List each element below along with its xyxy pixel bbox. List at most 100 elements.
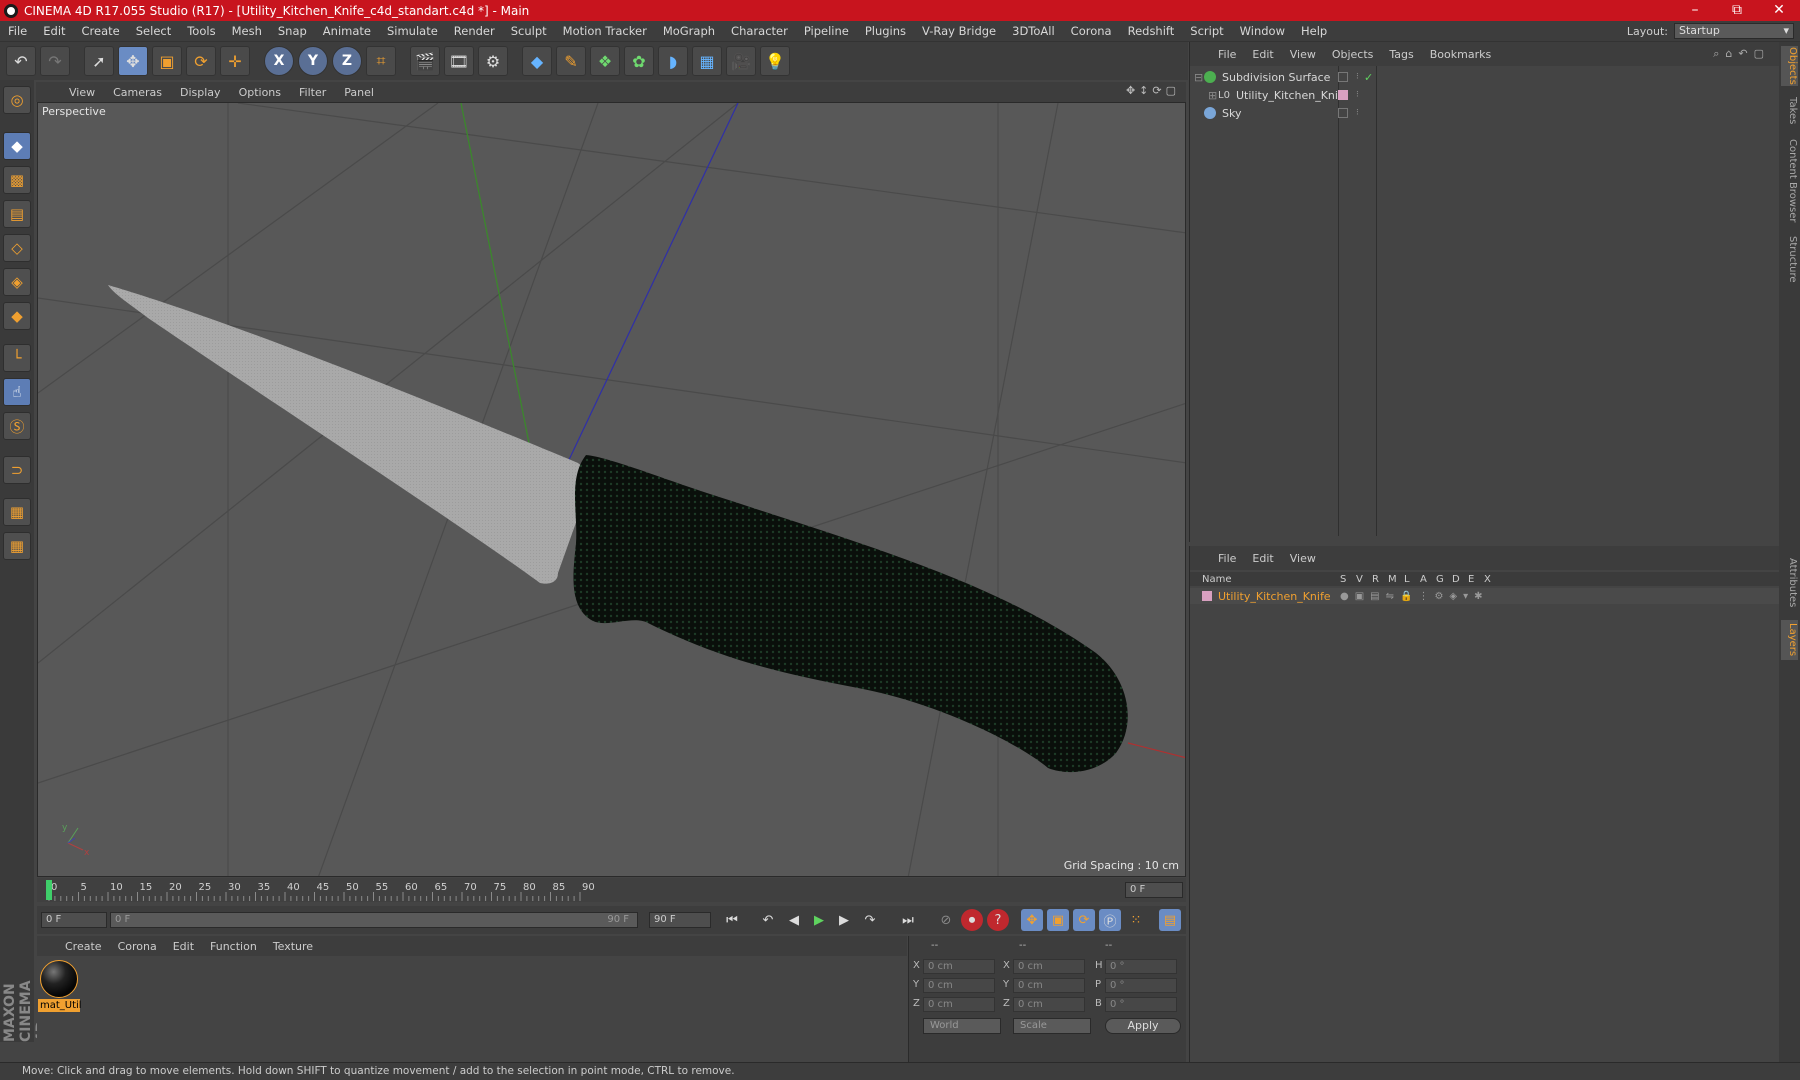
- rotation-b-field[interactable]: 0 °: [1105, 997, 1177, 1012]
- object-menu-bookmarks[interactable]: Bookmarks: [1422, 48, 1499, 61]
- record-keys-disabled-icon[interactable]: ⊘: [935, 909, 957, 931]
- undo-icon[interactable]: ↶: [6, 46, 36, 76]
- render-view-icon[interactable]: 🎬: [410, 46, 440, 76]
- go-to-start-icon[interactable]: ⏮: [721, 909, 743, 931]
- viewport-menu-display[interactable]: Display: [171, 86, 230, 99]
- position-y-field[interactable]: 0 cm: [923, 978, 995, 993]
- position-z-field[interactable]: 0 cm: [923, 997, 995, 1012]
- rotation-p-field[interactable]: 0 °: [1105, 978, 1177, 993]
- tab-takes[interactable]: Takes: [1781, 94, 1798, 128]
- size-x-field[interactable]: 0 cm: [1013, 959, 1085, 974]
- viewport-menu-filter[interactable]: Filter: [290, 86, 335, 99]
- tab-content-browser[interactable]: Content Browser: [1781, 136, 1798, 226]
- layer-row[interactable]: Utility_Kitchen_Knife ●▣▤⇋🔒⋮⚙◈▾✱: [1190, 588, 1780, 604]
- preview-range-slider[interactable]: 0 F 90 F: [110, 912, 638, 928]
- menu-sculpt[interactable]: Sculpt: [503, 24, 555, 38]
- previous-key-icon[interactable]: ↶: [757, 909, 779, 931]
- coordinate-space-dropdown[interactable]: World: [923, 1018, 1001, 1034]
- material-menu-create[interactable]: Create: [57, 940, 110, 953]
- point-level-animation-icon[interactable]: ⁙: [1125, 909, 1147, 931]
- material-menu-function[interactable]: Function: [202, 940, 265, 953]
- go-to-end-icon[interactable]: ⏭: [897, 909, 919, 931]
- tweak-mode-icon[interactable]: ☝: [3, 378, 31, 406]
- object-row-subdivision-surface[interactable]: ⊟ Subdivision Surface ⁝ ✓: [1194, 68, 1774, 86]
- menu-vray-bridge[interactable]: V-Ray Bridge: [914, 24, 1004, 38]
- redo-icon[interactable]: ↷: [40, 46, 70, 76]
- make-editable-icon[interactable]: ◎: [3, 86, 31, 114]
- deformer-icon[interactable]: ◗: [658, 46, 688, 76]
- menu-file[interactable]: File: [0, 24, 35, 38]
- position-key-icon[interactable]: ✥: [1021, 909, 1043, 931]
- start-frame-field[interactable]: 0 F: [41, 912, 107, 928]
- scale-tool-icon[interactable]: ▣: [152, 46, 182, 76]
- model-mode-icon[interactable]: ◆: [3, 132, 31, 160]
- size-y-field[interactable]: 0 cm: [1013, 978, 1085, 993]
- material-menu-texture[interactable]: Texture: [265, 940, 321, 953]
- material-menu-corona[interactable]: Corona: [110, 940, 165, 953]
- menu-window[interactable]: Window: [1232, 24, 1293, 38]
- playhead[interactable]: [46, 880, 52, 900]
- camera-object-icon[interactable]: 🎥: [726, 46, 756, 76]
- edges-mode-icon[interactable]: ◈: [3, 268, 31, 296]
- editor-visibility-icon[interactable]: [1338, 108, 1348, 118]
- rotation-h-field[interactable]: 0 °: [1105, 959, 1177, 974]
- perspective-viewport[interactable]: y x Perspective Grid Spacing : 10 cm: [37, 102, 1186, 877]
- next-key-icon[interactable]: ↷: [859, 909, 881, 931]
- light-object-icon[interactable]: 💡: [760, 46, 790, 76]
- keyframe-selection-icon[interactable]: ?: [987, 909, 1009, 931]
- menu-animate[interactable]: Animate: [315, 24, 379, 38]
- menu-character[interactable]: Character: [723, 24, 796, 38]
- viewport-menu-view[interactable]: View: [60, 86, 104, 99]
- layer-color-icon[interactable]: [1338, 90, 1348, 100]
- z-axis-lock-icon[interactable]: Z: [332, 46, 362, 76]
- minimize-button[interactable]: –: [1674, 0, 1716, 21]
- viewport-navigation-icons[interactable]: ✥↕⟳▢: [1126, 84, 1180, 97]
- viewport-menu-cameras[interactable]: Cameras: [104, 86, 171, 99]
- render-dots-icon[interactable]: ⁝: [1356, 90, 1359, 100]
- axis-mode-icon[interactable]: └: [3, 344, 31, 372]
- layout-dropdown[interactable]: Startup: [1674, 23, 1794, 39]
- render-dots-icon[interactable]: ⁝: [1356, 108, 1359, 118]
- spline-pen-icon[interactable]: ✎: [556, 46, 586, 76]
- subdivision-surface-icon[interactable]: ❖: [590, 46, 620, 76]
- tab-structure[interactable]: Structure: [1781, 234, 1798, 284]
- previous-frame-icon[interactable]: ◀: [783, 909, 805, 931]
- object-menu-file[interactable]: File: [1210, 48, 1244, 61]
- layer-color-swatch[interactable]: [1202, 591, 1212, 601]
- rotation-key-icon[interactable]: ⟳: [1073, 909, 1095, 931]
- menu-mesh[interactable]: Mesh: [224, 24, 270, 38]
- object-row-sky[interactable]: Sky ⁝: [1194, 104, 1774, 122]
- x-axis-lock-icon[interactable]: X: [264, 46, 294, 76]
- menu-pipeline[interactable]: Pipeline: [796, 24, 857, 38]
- menu-motion-tracker[interactable]: Motion Tracker: [555, 24, 655, 38]
- material-menu-edit[interactable]: Edit: [165, 940, 202, 953]
- expand-icon[interactable]: ⊞: [1208, 89, 1218, 102]
- transform-tool-icon[interactable]: ✛: [220, 46, 250, 76]
- position-x-field[interactable]: 0 cm: [923, 959, 995, 974]
- cube-object-icon[interactable]: ◆: [522, 46, 552, 76]
- size-z-field[interactable]: 0 cm: [1013, 997, 1085, 1012]
- tab-layers[interactable]: Layers: [1781, 620, 1798, 660]
- object-row-knife[interactable]: ⊞ L0 Utility_Kitchen_Knife ⁝: [1194, 86, 1774, 104]
- polygons-mode-icon[interactable]: ◆: [3, 302, 31, 330]
- points-mode-icon[interactable]: ◇: [3, 234, 31, 262]
- layer-menu-view[interactable]: View: [1282, 552, 1324, 565]
- array-mograph-icon[interactable]: ✿: [624, 46, 654, 76]
- edit-render-settings-icon[interactable]: ⚙: [478, 46, 508, 76]
- collapse-icon[interactable]: ⊟: [1194, 71, 1204, 84]
- layer-menu-edit[interactable]: Edit: [1244, 552, 1281, 565]
- menu-corona[interactable]: Corona: [1063, 24, 1120, 38]
- workplane-mode-icon[interactable]: ▤: [3, 200, 31, 228]
- end-frame-field[interactable]: 90 F: [649, 912, 711, 928]
- object-menu-objects[interactable]: Objects: [1324, 48, 1382, 61]
- texture-mode-icon[interactable]: ▩: [3, 166, 31, 194]
- object-manager-search-icons[interactable]: ⌕⌂↶▢: [1713, 47, 1770, 61]
- menu-mograph[interactable]: MoGraph: [655, 24, 723, 38]
- layer-menu-file[interactable]: File: [1210, 552, 1244, 565]
- autokey-icon[interactable]: ⏺: [961, 909, 983, 931]
- menu-simulate[interactable]: Simulate: [379, 24, 446, 38]
- render-picture-viewer-icon[interactable]: 🎞: [444, 46, 474, 76]
- grid-lock-icon[interactable]: ▦: [3, 498, 31, 526]
- menu-edit[interactable]: Edit: [35, 24, 73, 38]
- apply-button[interactable]: Apply: [1105, 1018, 1181, 1034]
